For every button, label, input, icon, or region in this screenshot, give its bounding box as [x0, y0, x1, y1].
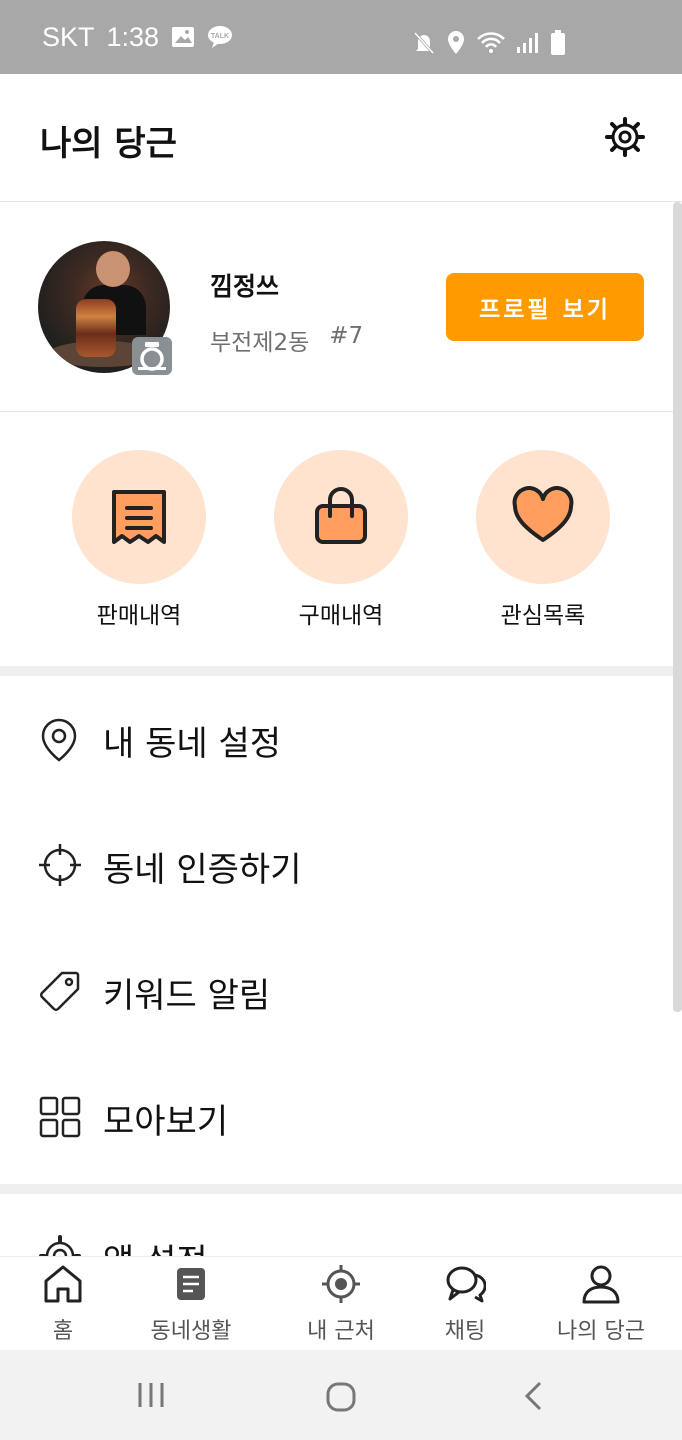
- location-pin-icon: [41, 718, 77, 762]
- wishlist-circle: [476, 450, 610, 584]
- bottom-nav: 홈 동네생활 내 근처 채팅 나의 당근: [0, 1256, 682, 1350]
- quick-actions: 판매내역 구매내역 관심목록: [0, 412, 682, 666]
- chat-icon: [446, 1266, 486, 1303]
- person-icon: [582, 1265, 620, 1304]
- menu-item-label: 모아보기: [103, 1102, 229, 1142]
- nav-my-carrot[interactable]: 나의 당근: [546, 1263, 656, 1345]
- talk-icon: TALK: [208, 26, 233, 48]
- home-icon: [44, 1265, 82, 1303]
- signal-icon: [517, 33, 538, 53]
- profile-tag: #7: [329, 323, 364, 349]
- nav-nearby[interactable]: 내 근처: [286, 1263, 396, 1345]
- svg-text:TALK: TALK: [211, 33, 229, 40]
- purchase-history-button[interactable]: 구매내역: [271, 450, 411, 630]
- gear-icon[interactable]: [604, 116, 646, 158]
- menu-item-label: 동네 인증하기: [103, 850, 302, 890]
- view-profile-button[interactable]: 프로필 보기: [446, 273, 644, 341]
- back-icon[interactable]: [520, 1380, 546, 1412]
- menu-item-neighborhood-settings[interactable]: 내 동네 설정: [0, 676, 672, 802]
- section-divider: [0, 1184, 682, 1194]
- battery-icon: [551, 30, 565, 55]
- target-icon: [322, 1265, 360, 1303]
- avatar-photo-face: [96, 251, 130, 287]
- status-right: [412, 30, 566, 56]
- nav-label: 동네생활: [150, 1319, 232, 1344]
- document-icon: [177, 1268, 205, 1300]
- system-nav-bar: [0, 1350, 682, 1440]
- location-icon: [448, 31, 464, 54]
- nav-home[interactable]: 홈: [24, 1263, 102, 1345]
- nav-label: 내 근처: [307, 1319, 375, 1344]
- status-bar: SKT 1:38 TALK: [0, 0, 682, 74]
- profile-subinfo: 부전제2동 #7: [210, 323, 363, 357]
- avatar-photo-burger: [76, 299, 116, 357]
- grid-icon: [39, 1096, 81, 1138]
- sales-history-circle: [72, 450, 206, 584]
- menu-item-neighborhood-verify[interactable]: 동네 인증하기: [0, 802, 672, 928]
- nav-neighborhood-life[interactable]: 동네생활: [136, 1263, 246, 1345]
- section-divider: [0, 666, 682, 676]
- menu-item-collection[interactable]: 모아보기: [0, 1054, 672, 1180]
- carrier-label: SKT: [42, 21, 95, 52]
- profile-nickname: 낌정쓰: [210, 272, 280, 301]
- nav-chat[interactable]: 채팅: [420, 1263, 510, 1345]
- menu-item-label: 내 동네 설정: [103, 724, 282, 764]
- page-title: 나의 당근: [40, 124, 177, 164]
- nav-label: 나의 당근: [557, 1319, 645, 1344]
- scrollbar[interactable]: [673, 202, 682, 1012]
- profile-section: 낌정쓰 부전제2동 #7 프로필 보기: [0, 203, 682, 412]
- wifi-icon: [477, 32, 505, 53]
- image-icon: [172, 27, 195, 47]
- mute-icon: [413, 31, 435, 55]
- clock: 1:38: [106, 21, 160, 52]
- menu-item-keyword-alerts[interactable]: 키워드 알림: [0, 928, 672, 1054]
- tag-icon: [40, 971, 80, 1011]
- heart-icon: [512, 486, 574, 542]
- sales-history-label: 판매내역: [96, 603, 182, 629]
- nav-label: 홈: [52, 1319, 74, 1344]
- receipt-icon: [112, 490, 166, 544]
- profile-neighborhood: 부전제2동: [210, 330, 310, 356]
- gear-icon: [39, 1235, 81, 1256]
- sales-history-button[interactable]: 판매내역: [69, 450, 209, 630]
- shopping-bag-icon: [315, 487, 367, 544]
- nav-label: 채팅: [444, 1319, 486, 1344]
- wishlist-label: 관심목록: [500, 603, 586, 629]
- purchase-history-circle: [274, 450, 408, 584]
- wishlist-button[interactable]: 관심목록: [473, 450, 613, 630]
- menu-item-label: 앱 설정: [103, 1234, 208, 1256]
- home-button-icon[interactable]: [325, 1381, 357, 1413]
- menu-item-label: 키워드 알림: [103, 976, 271, 1016]
- crosshair-icon: [39, 844, 81, 886]
- camera-icon[interactable]: [132, 337, 172, 375]
- purchase-history-label: 구매내역: [298, 603, 384, 629]
- menu-item-app-settings[interactable]: 앱 설정: [0, 1194, 672, 1256]
- recent-apps-icon[interactable]: [136, 1380, 166, 1410]
- app-header: 나의 당근: [0, 74, 682, 202]
- status-left: SKT 1:38 TALK: [42, 0, 233, 83]
